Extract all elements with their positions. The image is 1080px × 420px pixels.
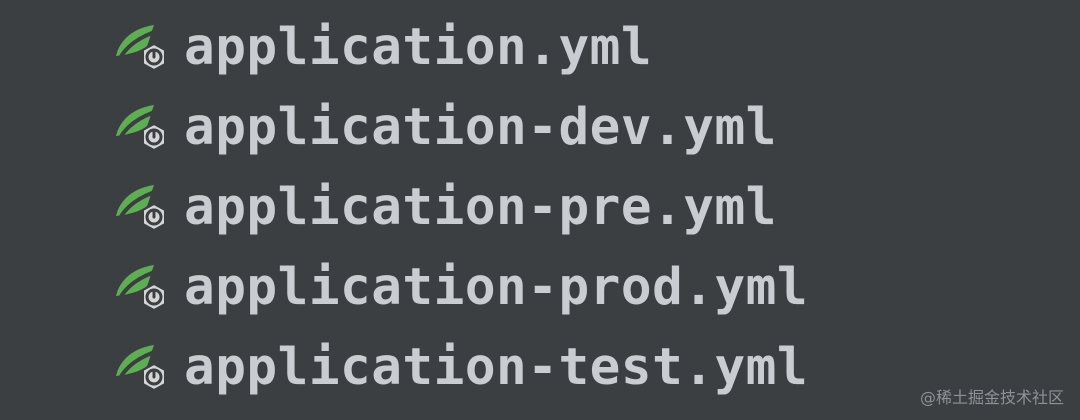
file-item-application-test[interactable]: application-test.yml	[110, 332, 808, 402]
file-item-application[interactable]: application.yml	[110, 12, 652, 82]
file-name[interactable]: application-prod.yml	[184, 262, 808, 313]
file-name[interactable]: application-test.yml	[184, 342, 808, 393]
spring-boot-config-icon	[116, 345, 166, 392]
file-item-application-prod[interactable]: application-prod.yml	[110, 252, 808, 322]
spring-boot-config-icon	[116, 265, 166, 312]
file-name[interactable]: application.yml	[184, 22, 652, 73]
file-item-application-pre[interactable]: application-pre.yml	[110, 172, 777, 242]
file-name[interactable]: application-dev.yml	[184, 102, 777, 153]
file-list: application.yml application-dev.yml appl…	[0, 0, 1080, 420]
file-item-application-dev[interactable]: application-dev.yml	[110, 92, 777, 162]
spring-boot-config-icon	[116, 25, 166, 72]
spring-boot-config-icon	[116, 185, 166, 232]
spring-boot-config-icon	[116, 105, 166, 152]
file-name[interactable]: application-pre.yml	[184, 182, 777, 233]
watermark-text: @稀土掘金技术社区	[919, 388, 1064, 407]
